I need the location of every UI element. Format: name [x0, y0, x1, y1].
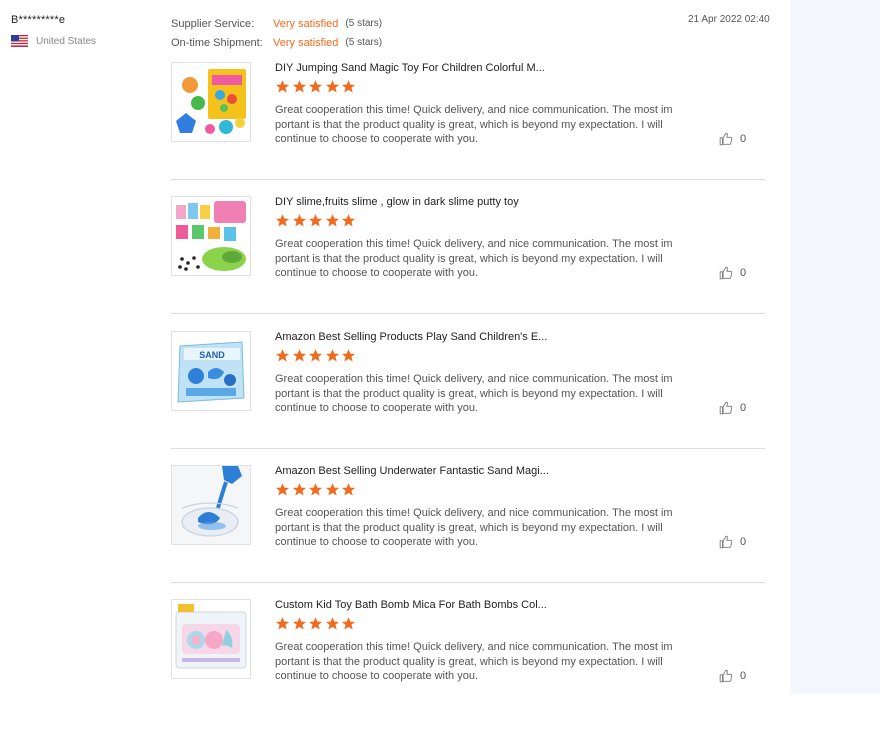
review-text: Great cooperation this time! Quick deliv…	[275, 641, 673, 682]
rating-stars-text: (5 stars)	[345, 18, 383, 29]
bath-bomb-box-image[interactable]	[171, 599, 251, 679]
star-icon	[341, 617, 356, 630]
right-side-panel	[790, 0, 880, 694]
review-item: DIY slime,fruits slime , glow in dark sl…	[171, 196, 765, 330]
star-icon	[292, 483, 306, 496]
star-icon	[325, 617, 339, 630]
star-icon	[308, 80, 323, 93]
like-button[interactable]: 0	[719, 132, 746, 146]
play-sand-box-image[interactable]: SAND	[171, 331, 251, 411]
product-title[interactable]: Amazon Best Selling Underwater Fantastic…	[275, 465, 549, 477]
star-icon	[275, 214, 290, 227]
reviewer-info: B*********e United States	[11, 14, 96, 47]
reviewer-country: United States	[11, 35, 96, 47]
thumbs-up-icon	[719, 132, 733, 146]
star-icon	[308, 349, 323, 362]
star-icon	[308, 617, 323, 630]
supplier-ratings: Supplier Service: Very satisfied (5 star…	[171, 14, 382, 52]
star-icon	[308, 214, 323, 227]
rating-supplier-service: Supplier Service: Very satisfied (5 star…	[171, 14, 382, 33]
star-icon	[275, 349, 290, 362]
star-icon	[325, 349, 339, 362]
product-title[interactable]: Custom Kid Toy Bath Bomb Mica For Bath B…	[275, 599, 547, 611]
star-icon	[325, 483, 339, 496]
like-count: 0	[740, 536, 747, 548]
star-icon	[275, 80, 290, 93]
review-item: DIY Jumping Sand Magic Toy For Children …	[171, 62, 765, 196]
star-icon	[341, 80, 356, 93]
like-button[interactable]: 0	[719, 401, 746, 415]
review-item: SAND Amazon Best Selling Products Play S…	[171, 331, 765, 465]
magic-sand-kit-image[interactable]	[171, 62, 251, 142]
rating-on-time-shipment: On-time Shipment: Very satisfied (5 star…	[171, 33, 382, 52]
product-rating-stars	[275, 213, 358, 228]
product-rating-stars	[275, 482, 358, 497]
like-count: 0	[740, 267, 747, 279]
rating-value: Very satisfied	[273, 17, 339, 30]
item-divider	[171, 448, 765, 449]
review-text: Great cooperation this time! Quick deliv…	[275, 104, 673, 145]
star-icon	[292, 214, 306, 227]
like-count: 0	[740, 402, 747, 414]
box-label-text: SAND	[199, 350, 225, 360]
product-rating-stars	[275, 616, 358, 631]
us-flag-icon	[11, 35, 28, 47]
star-icon	[341, 483, 356, 496]
like-button[interactable]: 0	[719, 669, 746, 683]
star-icon	[308, 483, 323, 496]
item-divider	[171, 179, 765, 180]
thumbs-up-icon	[719, 669, 733, 683]
like-count: 0	[740, 133, 747, 145]
product-title[interactable]: DIY Jumping Sand Magic Toy For Children …	[275, 62, 545, 74]
thumbs-up-icon	[719, 401, 733, 415]
rating-value: Very satisfied	[273, 36, 339, 49]
slime-kit-image[interactable]	[171, 196, 251, 276]
review-text: Great cooperation this time! Quick deliv…	[275, 238, 673, 279]
star-icon	[341, 349, 356, 362]
rating-label: On-time Shipment:	[171, 36, 263, 49]
thumbs-up-icon	[719, 266, 733, 280]
review-item: Custom Kid Toy Bath Bomb Mica For Bath B…	[171, 599, 765, 733]
star-icon	[325, 214, 339, 227]
review-text: Great cooperation this time! Quick deliv…	[275, 373, 673, 414]
reviewer-country-label: United States	[36, 35, 97, 47]
water-sand-cup-image[interactable]	[171, 465, 251, 545]
product-rating-stars	[275, 79, 358, 94]
item-divider	[171, 582, 765, 583]
product-title[interactable]: DIY slime,fruits slime , glow in dark sl…	[275, 196, 519, 208]
like-count: 0	[740, 670, 747, 682]
star-icon	[275, 483, 290, 496]
star-icon	[325, 80, 339, 93]
thumbs-up-icon	[719, 535, 733, 549]
like-button[interactable]: 0	[719, 535, 746, 549]
product-title[interactable]: Amazon Best Selling Products Play Sand C…	[275, 331, 547, 343]
product-rating-stars	[275, 348, 358, 363]
star-icon	[292, 617, 306, 630]
like-button[interactable]: 0	[719, 266, 746, 280]
review-item: Amazon Best Selling Underwater Fantastic…	[171, 465, 765, 599]
star-icon	[341, 214, 356, 227]
reviewer-name: B*********e	[11, 14, 66, 26]
item-divider	[171, 313, 765, 314]
star-icon	[292, 349, 306, 362]
rating-label: Supplier Service:	[171, 17, 255, 30]
review-date: 21 Apr 2022 02:40	[688, 14, 770, 25]
review-text: Great cooperation this time! Quick deliv…	[275, 507, 673, 548]
rating-stars-text: (5 stars)	[345, 37, 383, 48]
star-icon	[275, 617, 290, 630]
star-icon	[292, 80, 306, 93]
